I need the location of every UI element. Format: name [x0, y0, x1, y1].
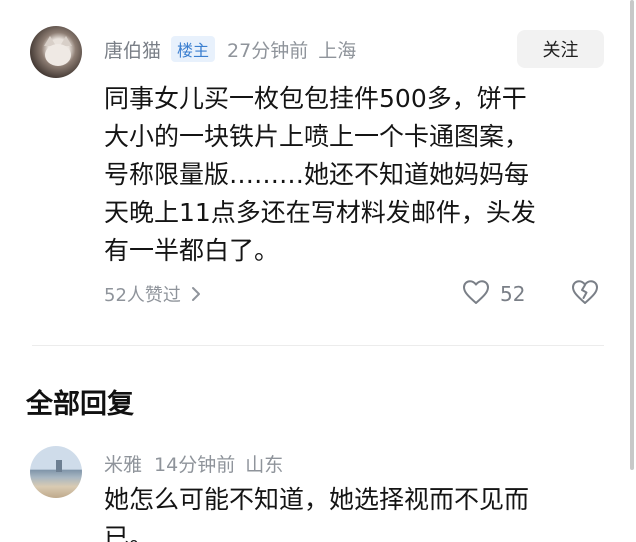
author-name[interactable]: 唐伯猫	[104, 36, 161, 63]
avatar-landscape-tower	[56, 460, 62, 472]
follow-button[interactable]: 关注	[517, 30, 604, 68]
likes-list-link[interactable]: 52人赞过	[104, 280, 201, 308]
post-time: 27分钟前	[227, 39, 309, 62]
post-meta: 唐伯猫 楼主 27分钟前 上海	[104, 34, 356, 64]
author-avatar[interactable]	[30, 26, 82, 78]
divider	[32, 345, 604, 346]
post-body: 同事女儿买一枚包包挂件500多，饼干 大小的一块铁片上喷上一个卡通图案， 号称限…	[104, 84, 536, 265]
dislike-button[interactable]	[570, 279, 600, 309]
reply-author-name[interactable]: 米雅	[104, 450, 142, 477]
likes-summary: 52人赞过	[104, 285, 181, 306]
scrollbar[interactable]	[628, 0, 636, 542]
chevron-right-icon	[191, 286, 201, 302]
reply-location: 山东	[245, 453, 284, 476]
like-count: 52	[500, 282, 526, 306]
post-location: 上海	[318, 39, 357, 62]
avatar-cat-face	[45, 44, 71, 66]
like-button[interactable]: 52	[462, 279, 525, 309]
op-badge: 楼主	[171, 36, 216, 62]
scrollbar-thumb[interactable]	[630, 0, 634, 470]
replies-section-title: 全部回复	[26, 389, 134, 420]
reply-meta: 米雅 14分钟前 山东	[104, 449, 283, 477]
reply-time: 14分钟前	[154, 453, 236, 476]
reply-author-avatar[interactable]	[30, 446, 82, 498]
heart-outline-icon	[462, 279, 490, 309]
reply-body: 她怎么可能不知道，她选择视而不见而 已。	[104, 485, 530, 542]
main-post: 唐伯猫 楼主 27分钟前 上海 关注 同事女儿买一枚包包挂件500多，饼干 大小…	[0, 0, 636, 340]
broken-heart-icon	[571, 279, 599, 309]
